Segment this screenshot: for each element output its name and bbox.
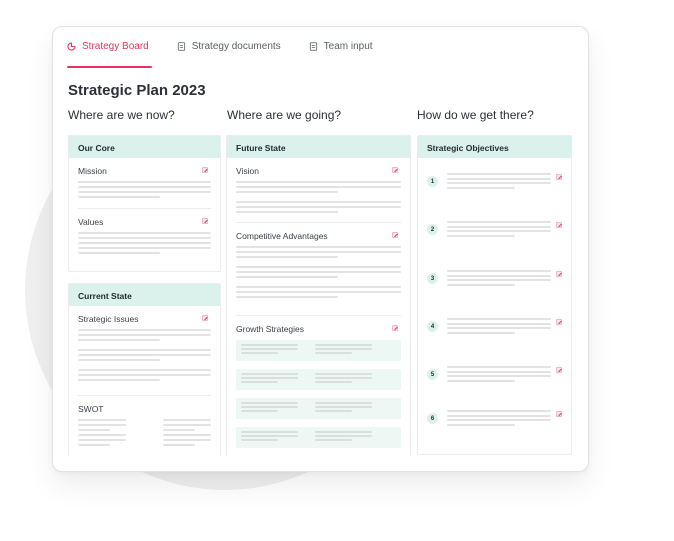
placeholder-text — [78, 329, 211, 381]
growth-strategy-list — [236, 340, 401, 448]
panel-header: Current State — [69, 284, 220, 306]
placeholder-text — [236, 246, 401, 298]
placeholder-text — [78, 181, 211, 198]
objective-number: 6 — [427, 413, 438, 424]
tab-bar: Strategy Board Strategy documents Team i… — [67, 41, 401, 69]
objective-item[interactable]: 2 — [418, 220, 571, 269]
panel-strategic-objectives: Strategic Objectives 1 2 3 4 5 6 — [417, 135, 572, 455]
section-label: Mission — [78, 166, 107, 176]
objective-item[interactable]: 6 — [418, 409, 571, 449]
objective-item[interactable]: 3 — [418, 269, 571, 317]
section-growth-strategies[interactable]: Growth Strategies — [227, 316, 410, 448]
swot-grid — [78, 419, 211, 449]
column-question-how: How do we get there? — [417, 108, 534, 122]
objective-number: 5 — [427, 369, 438, 380]
objective-number: 3 — [427, 273, 438, 284]
growth-strategy-card[interactable] — [236, 427, 401, 448]
placeholder-text — [447, 173, 551, 220]
section-label: SWOT — [78, 404, 104, 414]
section-label: Competitive Advantages — [236, 231, 328, 241]
tab-label: Team input — [323, 41, 373, 52]
column-question-now: Where are we now? — [68, 108, 175, 122]
document-icon — [177, 42, 185, 51]
section-label: Strategic Issues — [78, 314, 139, 324]
objective-item[interactable]: 1 — [418, 172, 571, 220]
section-vision[interactable]: Vision — [227, 158, 410, 222]
objective-number: 1 — [427, 176, 438, 187]
column-question-going: Where are we going? — [227, 108, 342, 122]
objective-list: 1 2 3 4 5 6 — [418, 158, 571, 449]
placeholder-text — [447, 366, 551, 409]
tab-strategy-documents[interactable]: Strategy documents — [177, 41, 281, 69]
objective-number: 2 — [427, 224, 438, 235]
document-icon — [309, 42, 317, 51]
growth-strategy-card[interactable] — [236, 369, 401, 390]
edit-icon[interactable] — [202, 315, 208, 321]
growth-strategy-card[interactable] — [236, 340, 401, 361]
edit-icon[interactable] — [556, 174, 562, 180]
placeholder-text — [78, 232, 211, 254]
placeholder-text — [236, 181, 401, 213]
panel-current-state: Current State Strategic Issues SWOT — [68, 283, 221, 456]
tab-label: Strategy Board — [82, 41, 149, 52]
section-strategic-issues[interactable]: Strategic Issues — [69, 306, 220, 395]
edit-icon[interactable] — [556, 411, 562, 417]
edit-icon[interactable] — [202, 218, 208, 224]
section-label: Values — [78, 217, 104, 227]
objective-number: 4 — [427, 321, 438, 332]
page-title: Strategic Plan 2023 — [68, 82, 206, 99]
pie-chart-icon — [67, 42, 76, 51]
panel-our-core: Our Core Mission Values — [68, 135, 221, 272]
edit-icon[interactable] — [392, 167, 398, 173]
edit-icon[interactable] — [202, 167, 208, 173]
placeholder-text — [447, 410, 551, 449]
section-competitive-advantages[interactable]: Competitive Advantages — [227, 223, 410, 315]
tab-label: Strategy documents — [191, 41, 281, 52]
edit-icon[interactable] — [556, 367, 562, 373]
edit-icon[interactable] — [556, 222, 562, 228]
growth-strategy-card[interactable] — [236, 398, 401, 419]
tab-team-input[interactable]: Team input — [309, 41, 373, 69]
edit-icon[interactable] — [392, 325, 398, 331]
panel-header: Our Core — [69, 136, 220, 158]
placeholder-text — [447, 221, 551, 269]
objective-item[interactable]: 5 — [418, 365, 571, 409]
edit-icon[interactable] — [556, 319, 562, 325]
section-values[interactable]: Values — [69, 209, 220, 254]
edit-icon[interactable] — [556, 271, 562, 277]
section-mission[interactable]: Mission — [69, 158, 220, 208]
tab-strategy-board[interactable]: Strategy Board — [67, 41, 152, 69]
placeholder-text — [447, 318, 551, 365]
placeholder-text — [447, 270, 551, 317]
strategy-board-window: Strategy Board Strategy documents Team i… — [52, 26, 589, 472]
objective-item[interactable]: 4 — [418, 317, 571, 365]
edit-icon[interactable] — [392, 232, 398, 238]
section-label: Vision — [236, 166, 259, 176]
section-swot[interactable]: SWOT — [69, 396, 220, 449]
panel-header: Strategic Objectives — [418, 136, 571, 158]
panel-header: Future State — [227, 136, 410, 158]
section-label: Growth Strategies — [236, 324, 305, 334]
panel-future-state: Future State Vision Competitive Advantag… — [226, 135, 411, 456]
